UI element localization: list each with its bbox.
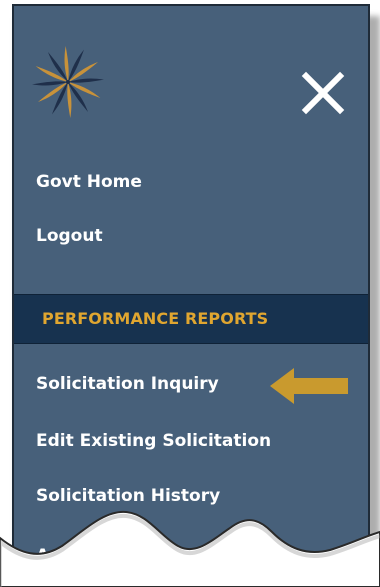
solicitation-history-link[interactable]: Solicitation History [36, 486, 220, 506]
logout-link[interactable]: Logout [36, 226, 103, 246]
govt-home-link[interactable]: Govt Home [36, 172, 142, 192]
solicitation-inquiry-link[interactable]: Solicitation Inquiry [36, 374, 219, 394]
starburst-logo-icon [32, 46, 104, 118]
edit-existing-solicitation-link[interactable]: Edit Existing Solicitation [36, 431, 271, 451]
section-title: PERFORMANCE REPORTS [42, 309, 269, 328]
section-header: PERFORMANCE REPORTS [14, 294, 368, 344]
left-arrow-icon [270, 368, 348, 404]
close-icon[interactable] [300, 70, 346, 116]
side-menu-panel: Govt Home Logout PERFORMANCE REPORTS Sol… [12, 4, 370, 587]
advanced-vendor-schedule-link[interactable]: Advanced Vendor Schedule [36, 546, 297, 566]
